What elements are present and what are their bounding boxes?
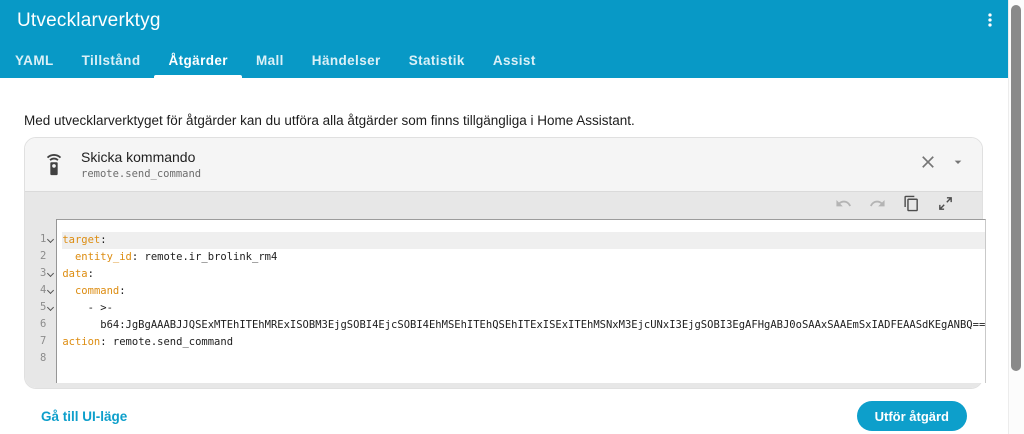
tab-label: Tillstånd	[81, 52, 141, 68]
tab-mall[interactable]: Mall	[242, 42, 298, 78]
fold-toggle-icon[interactable]	[46, 265, 55, 282]
service-card-heading: Skicka kommando remote.send_command	[81, 149, 201, 180]
line-number: 4	[40, 282, 56, 299]
service-id: remote.send_command	[81, 168, 202, 180]
code-token: :	[119, 285, 126, 297]
line-number: 5	[40, 299, 56, 316]
tab-bar: YAML Tillstånd Åtgärder Mall Händelser Statis…	[1, 42, 550, 78]
scrollbar[interactable]	[1008, 0, 1024, 434]
redo-icon	[869, 195, 886, 217]
fold-toggle-icon[interactable]	[46, 231, 55, 248]
yaml-editor-section: 12345678 target: entity_id: remote.ir_br…	[25, 192, 987, 388]
page-title: Utvecklarverktyg	[17, 10, 161, 31]
tab-label: Åtgärder	[168, 52, 228, 68]
card-actions-row: Gå till UI-läge Utför åtgärd	[24, 401, 983, 431]
undo-icon	[835, 195, 852, 217]
editor-content[interactable]: target: entity_id: remote.ir_brolink_rm4…	[57, 219, 987, 383]
code-token: action	[62, 336, 101, 348]
code-line: action: remote.send_command	[62, 334, 985, 351]
perform-action-button[interactable]: Utför åtgärd	[856, 401, 967, 431]
line-number: 3	[40, 265, 56, 282]
copy-icon	[903, 195, 920, 217]
fold-toggle-icon[interactable]	[46, 299, 55, 316]
code-token: command	[74, 285, 120, 297]
code-token: - >-	[62, 302, 113, 314]
code-token: data	[62, 268, 88, 280]
line-number: 1	[40, 231, 56, 248]
code-line: target:	[62, 232, 986, 249]
go-to-ui-mode-link[interactable]: Gå till UI-läge	[41, 409, 127, 424]
scrollbar-thumb[interactable]	[1011, 5, 1021, 371]
line-number: 7	[40, 333, 56, 350]
undo-button[interactable]	[835, 195, 852, 217]
service-card: Skicka kommando remote.send_command 1 2 …	[24, 137, 987, 389]
card-header-actions	[918, 152, 966, 177]
chevron-down-icon	[950, 154, 966, 175]
tab-statistik[interactable]: Statistik	[395, 42, 479, 78]
code-token: target	[62, 234, 101, 246]
fullscreen-expand-icon	[937, 195, 954, 217]
tab-atgarder[interactable]: Åtgärder	[154, 42, 243, 78]
code-token: : remote.ir_brolink_rm4	[131, 251, 278, 263]
close-icon	[918, 152, 938, 177]
kebab-menu-icon	[980, 10, 1000, 35]
tab-handelser[interactable]: Händelser	[298, 42, 395, 78]
line-number: 2	[40, 248, 56, 265]
code-token: :	[100, 234, 107, 246]
code-line: command:	[62, 283, 985, 300]
service-title: Skicka kommando	[81, 149, 196, 165]
tab-label: Mall	[255, 52, 284, 68]
tab-label: Statistik	[408, 52, 465, 68]
tab-label: Assist	[492, 52, 536, 68]
collapse-toggle-button[interactable]	[950, 154, 966, 175]
code-token: : remote.send_command	[100, 336, 234, 348]
tab-tillstand[interactable]: Tillstånd	[68, 42, 155, 78]
editor-gutter: 12345678	[40, 219, 58, 383]
close-button[interactable]	[918, 152, 938, 177]
code-token: b64:JgBgAAABJJQSExMTEhITEhMRExISOBM3EjgS…	[62, 319, 986, 331]
remote-icon	[43, 153, 65, 176]
app-header: Utvecklarverktyg YAML Tillstånd Åtgärder Ma…	[0, 0, 1008, 78]
copy-button[interactable]	[903, 195, 920, 217]
tab-assist[interactable]: Assist	[479, 42, 550, 78]
intro-text: Med utvecklarverktyget för åtgärder kan …	[24, 112, 635, 128]
editor-toolbar	[25, 192, 982, 219]
tab-yaml[interactable]: YAML	[1, 42, 68, 78]
developer-tools-page: Utvecklarverktyg YAML Tillstånd Åtgärder Ma…	[0, 0, 1024, 434]
code-line: entity_id: remote.ir_brolink_rm4	[62, 249, 985, 266]
fold-toggle-icon[interactable]	[46, 282, 55, 299]
code-token: entity_id	[74, 251, 132, 263]
code-line: - >-	[62, 300, 985, 317]
service-card-header: Skicka kommando remote.send_command	[25, 138, 982, 192]
tab-label: YAML	[15, 52, 54, 68]
code-line: data:	[62, 266, 985, 283]
overflow-menu-button[interactable]	[976, 8, 1004, 36]
code-token: :	[87, 268, 94, 280]
code-editor[interactable]: 12345678 target: entity_id: remote.ir_br…	[40, 219, 987, 383]
line-number: 8	[40, 350, 56, 367]
redo-button[interactable]	[869, 195, 886, 217]
code-line: b64:JgBgAAABJJQSExMTEhITEhMRExISOBM3EjgS…	[62, 317, 985, 334]
tab-label: Händelser	[311, 52, 381, 68]
line-number: 6	[40, 316, 56, 333]
fullscreen-button[interactable]	[937, 195, 954, 217]
